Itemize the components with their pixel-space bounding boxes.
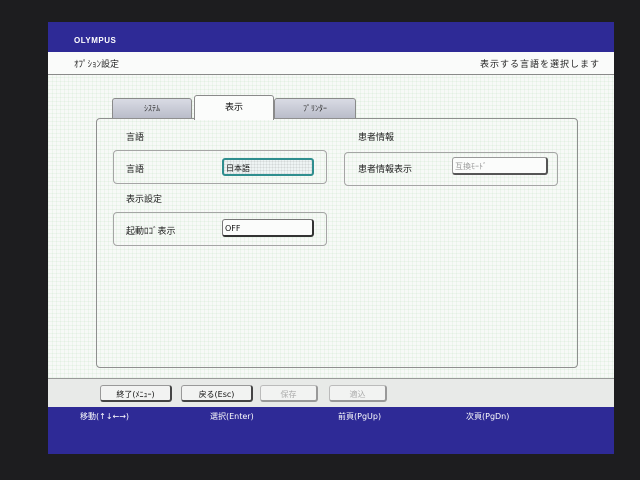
language-field[interactable]: 日本語 — [222, 158, 314, 176]
tab-printer[interactable]: ﾌﾟﾘﾝﾀｰ — [274, 98, 356, 119]
instruction-text: 表示する言語を選択します — [479, 60, 600, 70]
options-screen: OLYMPUS ｵﾌﾟｼｮﾝ設定 表示する言語を選択します ｼｽﾃﾑ 表示 ﾌﾟ… — [48, 22, 614, 454]
patient-info-label: 患者情報表示 — [358, 165, 413, 175]
exit-menu-button[interactable]: 終了(ﾒﾆｭｰ) — [100, 385, 172, 402]
key-hint-bar: 移動(↑↓←→) 選択(Enter) 前頁(PgUp) 次頁(PgDn) — [48, 407, 614, 454]
startup-logo-label: 起動ﾛｺﾞ表示 — [126, 227, 176, 237]
prev-page-hint: 前頁(PgUp) — [338, 412, 382, 421]
brand-bar: OLYMPUS — [48, 22, 614, 52]
display-settings-heading: 表示設定 — [126, 195, 163, 205]
move-hint: 移動(↑↓←→) — [80, 412, 130, 421]
tab-display[interactable]: 表示 — [194, 95, 274, 120]
patient-info-heading: 患者情報 — [358, 133, 395, 143]
footer: 終了(ﾒﾆｭｰ) 戻る(Esc) 保存 適込 移動(↑↓←→) 選択(Enter… — [48, 378, 614, 454]
title-bar: ｵﾌﾟｼｮﾝ設定 表示する言語を選択します — [48, 52, 614, 75]
next-page-hint: 次頁(PgDn) — [466, 412, 510, 421]
startup-logo-field[interactable]: OFF — [222, 219, 314, 237]
apply-button[interactable]: 適込 — [329, 385, 387, 402]
back-button[interactable]: 戻る(Esc) — [181, 385, 253, 402]
olympus-logo: OLYMPUS — [74, 36, 117, 45]
screen-title: ｵﾌﾟｼｮﾝ設定 — [74, 60, 120, 70]
select-hint: 選択(Enter) — [210, 412, 254, 421]
tab-system[interactable]: ｼｽﾃﾑ — [112, 98, 192, 119]
button-bar: 終了(ﾒﾆｭｰ) 戻る(Esc) 保存 適込 — [48, 378, 614, 407]
language-heading: 言語 — [126, 133, 145, 143]
language-label: 言語 — [126, 165, 145, 175]
patient-info-field[interactable]: 互換ﾓｰﾄﾞ — [452, 157, 548, 175]
save-button[interactable]: 保存 — [260, 385, 318, 402]
